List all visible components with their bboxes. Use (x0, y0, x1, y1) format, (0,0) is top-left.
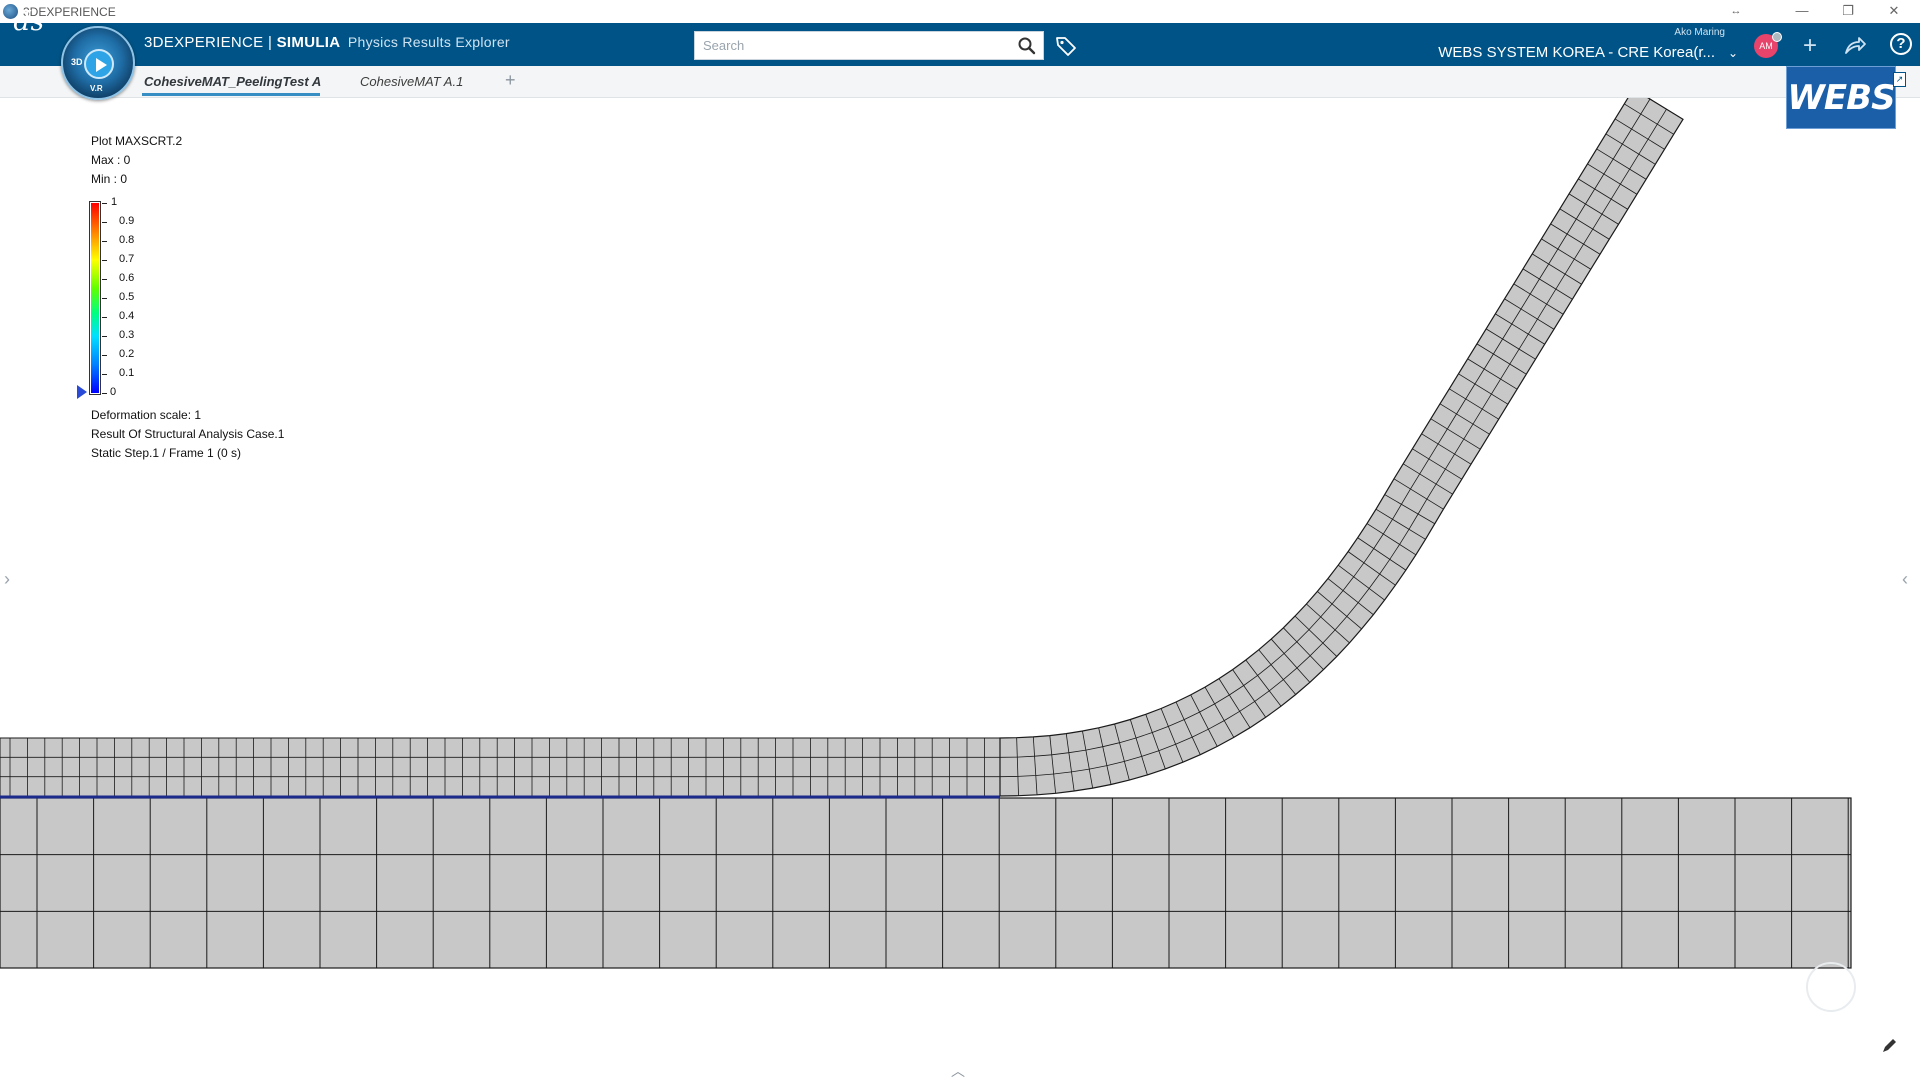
colorbar-tick-mark (102, 260, 107, 261)
legend-plot-name: Plot MAXSCRT.2 (91, 134, 182, 148)
colorbar-tick-mark (102, 298, 107, 299)
search-icon[interactable] (1017, 36, 1037, 56)
brand-3dexperience: 3DEXPERIENCE (144, 34, 263, 51)
chevron-right-icon[interactable]: › (4, 569, 10, 590)
peeled-arm (1000, 98, 1683, 796)
fe-mesh (0, 98, 1851, 968)
close-button[interactable]: ✕ (1872, 0, 1916, 23)
compass-label-3d: 3D (71, 57, 83, 67)
user-name: Ako Maring (1645, 27, 1725, 38)
colorbar-tick-label: 0.6 (119, 272, 134, 284)
chevron-up-icon[interactable]: ︿ (951, 1061, 965, 1081)
colorbar-tick-mark (102, 279, 107, 280)
colorbar-tick-mark (102, 203, 107, 204)
colorbar-tick-label: 0.3 (119, 329, 134, 341)
tab-peelingtest[interactable]: CohesiveMAT_PeelingTest A (144, 74, 321, 89)
search-input[interactable] (695, 32, 1005, 59)
colorbar-tick-label: 1 (111, 196, 117, 208)
colorbar-tick-mark (102, 374, 107, 375)
colorbar-tick-label: 0 (110, 386, 116, 398)
brand-simulia: SIMULIA (277, 34, 341, 51)
legend-deformation: Deformation scale: 1 (91, 408, 201, 422)
bonded-strip (0, 738, 1000, 796)
colorbar-tick-label: 0.7 (119, 253, 134, 265)
compass-label-vr: V.R (90, 84, 103, 93)
tab-active-indicator (142, 93, 320, 96)
share-icon[interactable] (1842, 33, 1868, 59)
search-box[interactable] (694, 31, 1044, 60)
legend-result: Result Of Structural Analysis Case.1 (91, 427, 284, 441)
colorbar-tick-label: 0.8 (119, 234, 134, 246)
app-brand: 3DEXPERIENCE | SIMULIA Physics Results E… (144, 34, 510, 51)
restore-button[interactable]: ❐ (1826, 0, 1870, 23)
ds-logo-icon[interactable]: ƌs (14, 6, 48, 38)
colorbar-tick-mark (102, 336, 107, 337)
legend-min: Min : 0 (91, 172, 127, 186)
window-titlebar: 3DEXPERIENCE ↔ — ❐ ✕ (0, 0, 1920, 23)
colorbar-tick-mark (102, 317, 107, 318)
resize-icon[interactable]: ↔ (1714, 0, 1758, 23)
add-tab-button[interactable]: + (505, 70, 516, 91)
chevron-down-icon[interactable]: ⌄ (1728, 46, 1738, 60)
colorbar-tick-mark (102, 393, 107, 394)
pen-icon[interactable] (1880, 1037, 1898, 1055)
min-marker-icon (77, 385, 87, 399)
colorbar-tick-label: 0.4 (119, 310, 134, 322)
colorbar (91, 203, 99, 393)
viewport-3d[interactable] (0, 98, 1920, 1080)
brand-separator: | (263, 34, 276, 51)
legend-step: Static Step.1 / Frame 1 (0 s) (91, 446, 241, 460)
expand-icon[interactable]: ↗ (1893, 72, 1906, 87)
notification-badge (1772, 32, 1782, 42)
substrate-block (0, 798, 1851, 968)
colorbar-tick-label: 0.2 (119, 348, 134, 360)
app-name: Physics Results Explorer (348, 34, 510, 50)
colorbar-tick-mark (102, 241, 107, 242)
tag-icon[interactable] (1055, 35, 1077, 57)
legend-max: Max : 0 (91, 153, 130, 167)
chevron-left-icon[interactable]: ‹ (1902, 569, 1908, 590)
minimize-button[interactable]: — (1780, 0, 1824, 23)
tenant-selector[interactable]: WEBS SYSTEM KOREA - CRE Korea(r... (1400, 44, 1715, 61)
colorbar-tick-label: 0.5 (119, 291, 134, 303)
colorbar-tick-mark (102, 355, 107, 356)
plus-icon[interactable]: + (1797, 33, 1823, 59)
tab-cohesivemat[interactable]: CohesiveMAT A.1 (360, 74, 463, 89)
colorbar-tick-mark (102, 222, 107, 223)
colorbar-tick-label: 0.1 (119, 367, 134, 379)
view-orientation-widget[interactable] (1806, 962, 1856, 1012)
help-icon[interactable]: ? (1890, 33, 1912, 55)
play-icon[interactable] (84, 49, 114, 79)
colorbar-tick-label: 0.9 (119, 215, 134, 227)
compass-icon[interactable]: 3D V.R (61, 26, 135, 100)
